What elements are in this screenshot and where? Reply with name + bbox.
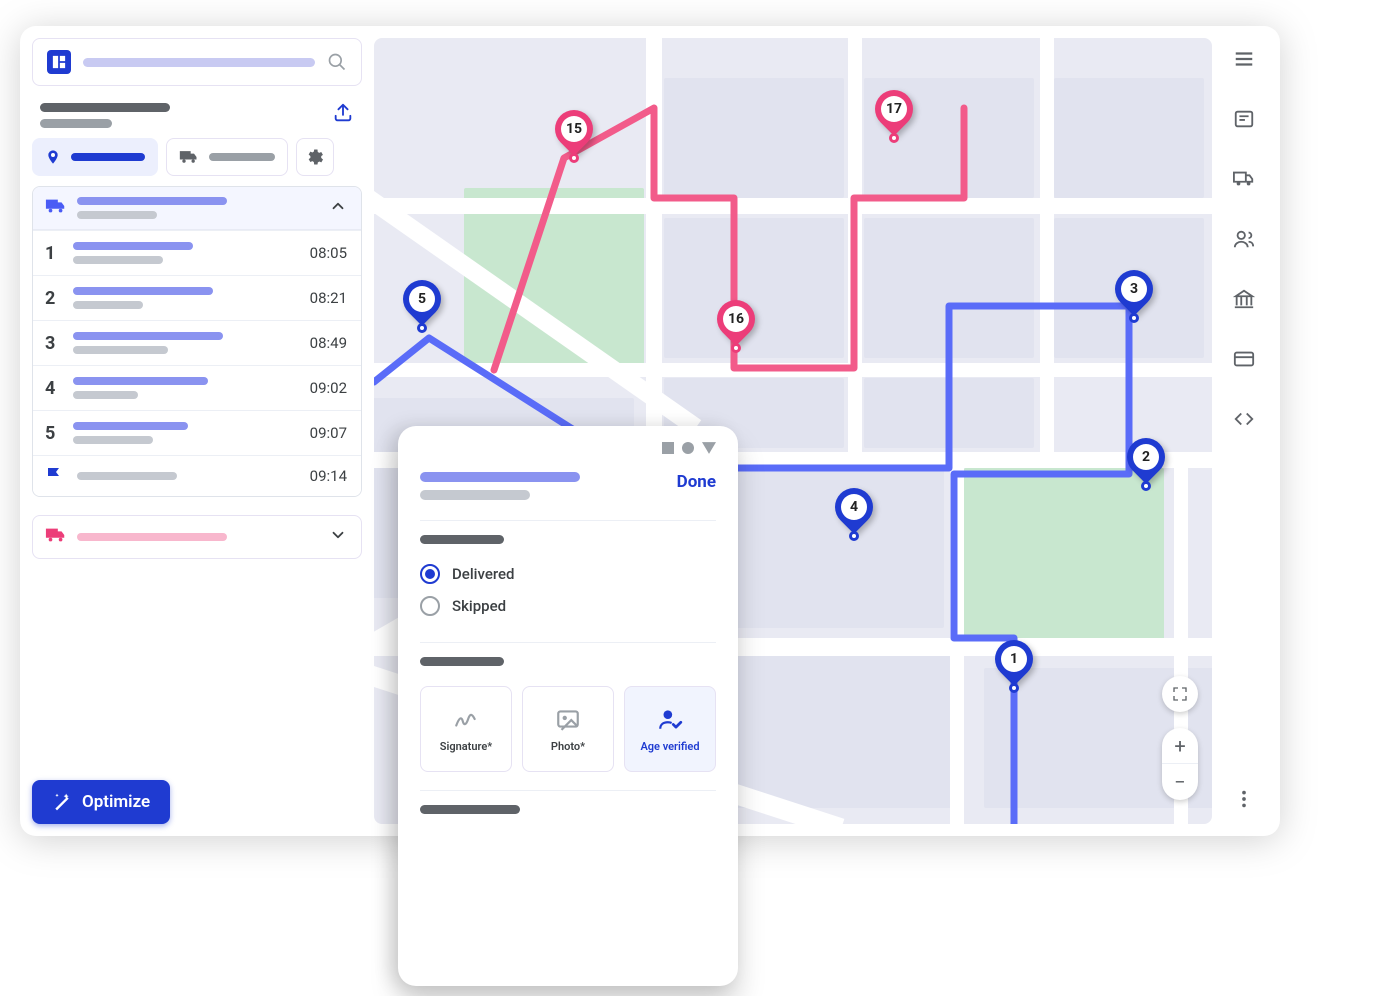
news-icon[interactable]: [1233, 108, 1255, 134]
route-1-panel: 1 08:05 2 08:21 3 08:49 4 09:02 5 09:07: [32, 186, 362, 497]
settings-button[interactable]: [296, 138, 334, 176]
fullscreen-icon: [1172, 686, 1188, 702]
proof-tile-signature[interactable]: Signature*: [420, 686, 512, 772]
chevron-up-icon[interactable]: [329, 197, 347, 219]
plan-header: [32, 96, 362, 128]
signature-icon: [453, 706, 479, 732]
map-pin-4[interactable]: 4: [835, 488, 873, 538]
stop-row[interactable]: 2 08:21: [33, 275, 361, 320]
stop-title: [420, 472, 580, 482]
radio-selected-icon: [420, 564, 440, 584]
menu-icon[interactable]: [1233, 48, 1255, 74]
chevron-down-icon[interactable]: [329, 526, 347, 548]
fullscreen-button[interactable]: [1162, 676, 1198, 712]
stop-time: 09:02: [310, 379, 347, 397]
card-icon[interactable]: [1233, 348, 1255, 374]
route-meta: [77, 211, 157, 219]
map-pin-15[interactable]: 15: [555, 110, 593, 160]
zoom-control: + −: [1162, 728, 1198, 800]
stop-time: 08:05: [310, 244, 347, 262]
view-segmented-control: [32, 138, 362, 176]
magic-wand-icon: [52, 792, 72, 812]
right-rail: [1220, 38, 1268, 824]
section-heading: [420, 805, 520, 814]
flag-icon: [45, 467, 63, 485]
more-icon[interactable]: [1233, 788, 1255, 814]
map-pin-2[interactable]: 2: [1127, 438, 1165, 488]
route-name: [77, 533, 227, 541]
route-1-header[interactable]: [33, 187, 361, 230]
proof-tile-age-verified[interactable]: Age verified: [624, 686, 716, 772]
end-row[interactable]: 09:14: [33, 455, 361, 496]
tile-label: Photo*: [551, 740, 585, 753]
mobile-app-preview: Done Delivered Skipped Signature* Photo*…: [398, 426, 738, 986]
map-pin-5[interactable]: 5: [403, 280, 441, 330]
stop-subtitle: [420, 490, 530, 500]
done-button[interactable]: Done: [677, 472, 716, 492]
map-pin-1[interactable]: 1: [995, 640, 1033, 690]
stop-time: 09:07: [310, 424, 347, 442]
stop-number: 1: [45, 243, 59, 264]
person-check-icon: [657, 706, 683, 732]
route-name: [77, 197, 227, 205]
tab-stops[interactable]: [32, 138, 158, 176]
radio-unselected-icon: [420, 596, 440, 616]
tab-vehicles[interactable]: [166, 138, 288, 176]
optimize-button[interactable]: Optimize: [32, 780, 170, 824]
photo-icon: [555, 706, 581, 732]
phone-status-bar: [420, 442, 716, 454]
map-pin-16[interactable]: 16: [717, 300, 755, 350]
truck-icon[interactable]: [1233, 168, 1255, 194]
stop-row[interactable]: 5 09:07: [33, 410, 361, 455]
people-icon[interactable]: [1233, 228, 1255, 254]
map-pin-17[interactable]: 17: [875, 90, 913, 140]
search-bar[interactable]: [32, 38, 362, 86]
tile-label: Age verified: [640, 740, 699, 753]
search-icon[interactable]: [327, 52, 347, 72]
end-time: 09:14: [310, 467, 347, 485]
search-placeholder: [83, 58, 315, 67]
truck-icon: [45, 526, 67, 548]
stop-row[interactable]: 3 08:49: [33, 320, 361, 365]
plan-subtitle: [40, 119, 112, 128]
stop-time: 08:21: [310, 289, 347, 307]
plan-title: [40, 103, 170, 112]
stop-number: 5: [45, 423, 59, 444]
stop-row[interactable]: 4 09:02: [33, 365, 361, 410]
gear-icon: [305, 147, 325, 167]
left-sidebar: 1 08:05 2 08:21 3 08:49 4 09:02 5 09:07: [32, 38, 362, 824]
stop-number: 2: [45, 288, 59, 309]
bank-icon[interactable]: [1233, 288, 1255, 314]
zoom-out-button[interactable]: −: [1162, 764, 1198, 800]
app-logo: [47, 50, 71, 74]
route-2-header[interactable]: [32, 515, 362, 559]
status-option-skipped[interactable]: Skipped: [420, 590, 716, 622]
section-heading: [420, 535, 504, 544]
truck-icon: [45, 197, 67, 219]
optimize-label: Optimize: [82, 792, 150, 812]
stop-number: 3: [45, 333, 59, 354]
code-icon[interactable]: [1233, 408, 1255, 434]
stop-time: 08:49: [310, 334, 347, 352]
stop-number: 4: [45, 378, 59, 399]
section-heading: [420, 657, 504, 666]
export-button[interactable]: [332, 102, 354, 128]
zoom-in-button[interactable]: +: [1162, 728, 1198, 764]
proof-tile-photo[interactable]: Photo*: [522, 686, 614, 772]
pin-icon: [45, 147, 61, 167]
tile-label: Signature*: [440, 740, 492, 753]
stop-row[interactable]: 1 08:05: [33, 230, 361, 275]
map-pin-3[interactable]: 3: [1115, 270, 1153, 320]
status-option-delivered[interactable]: Delivered: [420, 558, 716, 590]
truck-icon: [179, 149, 199, 165]
